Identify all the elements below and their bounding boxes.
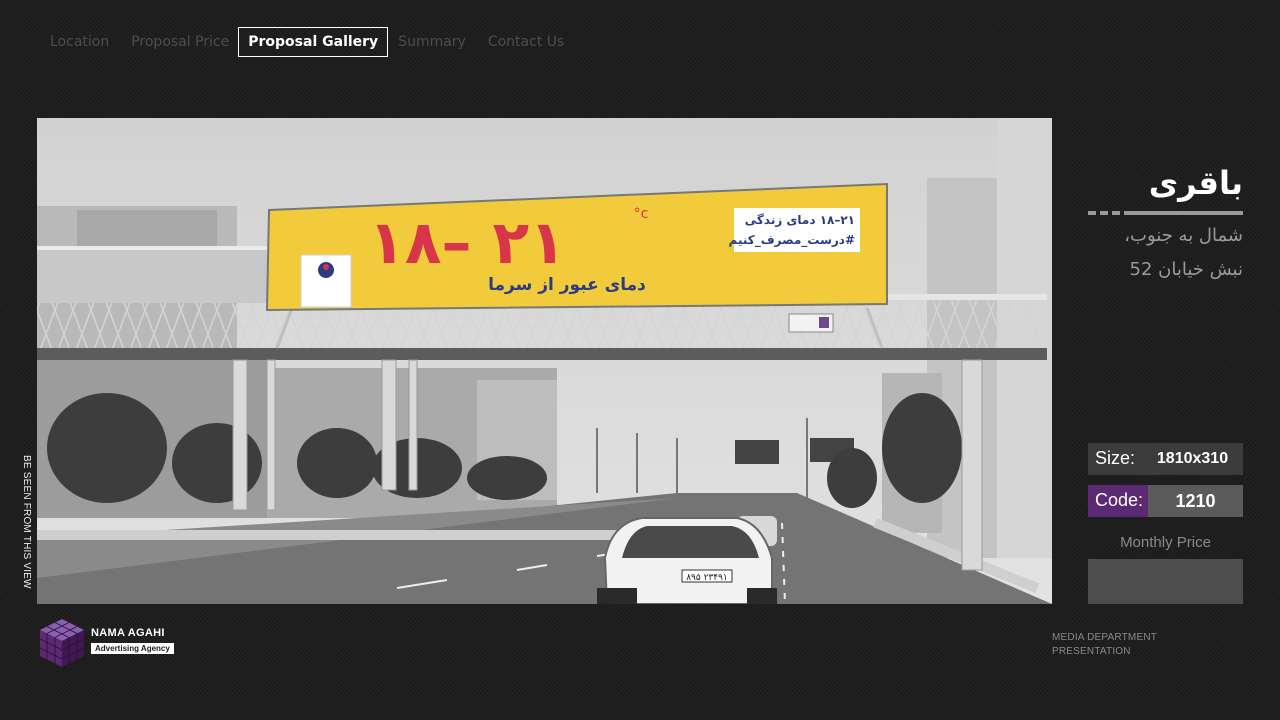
divider-dash <box>1088 211 1096 215</box>
billboard-subtitle: دمای عبور از سرما <box>488 275 646 295</box>
brand-tagline: Advertising Agency <box>91 643 174 654</box>
code-row: Code: 1210 <box>1088 485 1243 517</box>
monthly-price-label: Monthly Price <box>1120 534 1211 551</box>
monthly-price-box <box>1088 559 1243 604</box>
billboard-box-line2: #درست_مصرف_کنیم <box>729 233 855 248</box>
car-plate: ۸۹۵ ۲۳۴۹۱ <box>686 573 728 583</box>
side-view-label-text: BE SEEN FROM THIS VIEW <box>21 455 32 589</box>
billboard-unit: °c <box>634 206 649 222</box>
nav-location[interactable]: Location <box>50 34 109 50</box>
code-value: 1210 <box>1148 485 1243 517</box>
billboard-temperature: ۱۸– ۲۱ <box>368 208 565 278</box>
billboard-box-line1: ۲۱–۱۸ دمای زندگی <box>745 213 855 227</box>
side-view-label: BE SEEN FROM THIS VIEW <box>18 455 32 603</box>
address-line-2: نبش خیابان 52 <box>1129 259 1244 280</box>
location-info: باقری شمال به جنوب، نبش خیابان 52 <box>1088 160 1243 287</box>
nav-proposal-price[interactable]: Proposal Price <box>131 34 229 50</box>
size-label: Size: <box>1088 443 1142 475</box>
nav-proposal-gallery[interactable]: Proposal Gallery <box>238 27 389 57</box>
footer-caption: MEDIA DEPARTMENT PRESENTATION <box>1052 631 1157 659</box>
size-value: 1810x310 <box>1142 443 1243 475</box>
location-title: باقری <box>1148 164 1243 202</box>
divider-line <box>1124 211 1243 215</box>
footer-line-1: MEDIA DEPARTMENT <box>1052 632 1158 643</box>
size-row: Size: 1810x310 <box>1088 443 1243 475</box>
location-address: شمال به جنوب، نبش خیابان 52 <box>1088 219 1243 287</box>
title-divider <box>1088 211 1243 215</box>
top-nav: Location Proposal Price Proposal Gallery… <box>50 27 586 57</box>
divider-dash <box>1100 211 1108 215</box>
address-line-1: شمال به جنوب، <box>1124 225 1243 246</box>
footer-line-2: PRESENTATION <box>1052 646 1131 657</box>
cube-logo-icon <box>39 619 85 667</box>
nav-summary[interactable]: Summary <box>398 34 466 50</box>
code-label: Code: <box>1088 485 1148 517</box>
billboard-photo-illustration: ۱۸– ۲۱ °c دمای عبور از سرما ۲۱–۱۸ دمای ز… <box>37 118 1052 604</box>
billboard-photo: ۱۸– ۲۱ °c دمای عبور از سرما ۲۱–۱۸ دمای ز… <box>37 118 1052 604</box>
nav-contact-us[interactable]: Contact Us <box>488 34 564 50</box>
divider-dash <box>1112 211 1120 215</box>
nama-agahi-logo: NAMA AGAHI Advertising Agency <box>37 617 187 669</box>
brand-name: NAMA AGAHI <box>91 627 165 639</box>
